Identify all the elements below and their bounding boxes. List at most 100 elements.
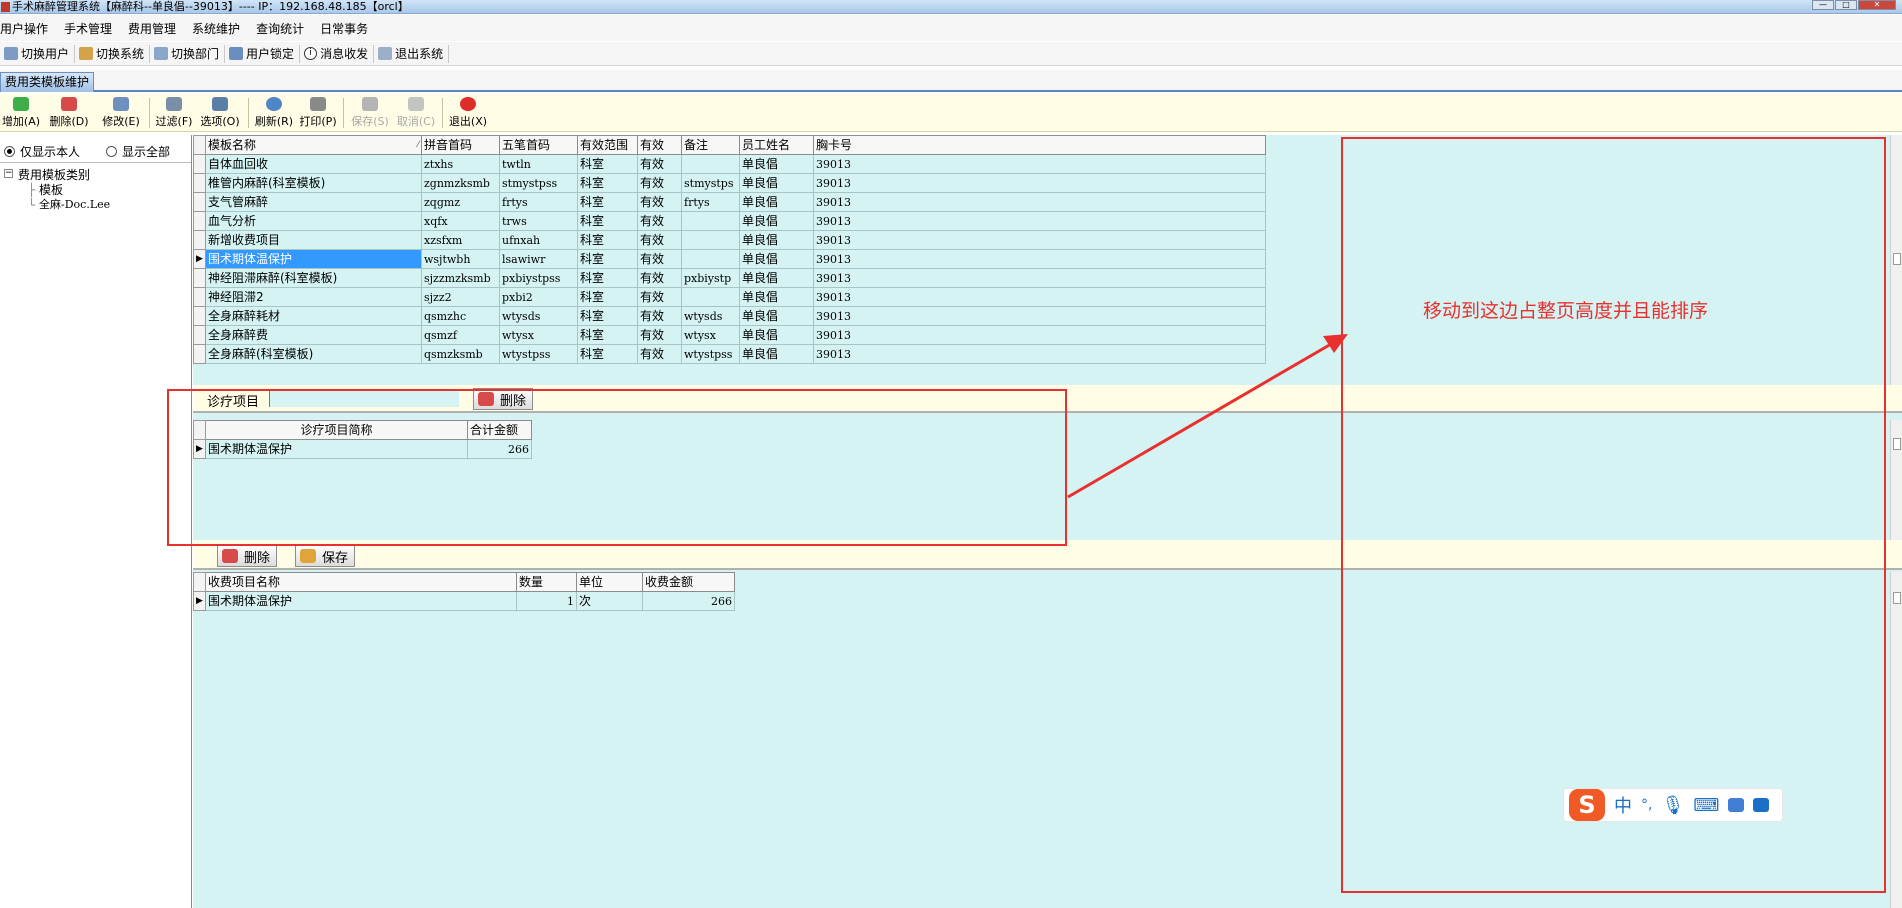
column-header[interactable]: 数量: [516, 572, 577, 592]
filter-button[interactable]: 过滤(F): [153, 94, 195, 131]
message-button[interactable]: i 消息收发: [300, 44, 375, 63]
ime-logo[interactable]: S: [1569, 789, 1605, 821]
table-cell[interactable]: 神经阻滞2: [205, 287, 422, 307]
table-cell[interactable]: trws: [499, 211, 578, 231]
add-button[interactable]: 增加(A): [0, 94, 42, 131]
table-row[interactable]: 全身麻醉(科室模板) qsmzksmb wtystpss 科室 有效 wtystpss 单良…: [193, 344, 1266, 364]
row-indicator[interactable]: [193, 211, 206, 231]
table-cell[interactable]: sjzz2: [421, 287, 500, 307]
row-indicator[interactable]: [193, 192, 206, 212]
table-cell[interactable]: 科室: [577, 249, 638, 269]
table-cell[interactable]: 神经阻滞麻醉(科室模板): [205, 268, 422, 288]
table-cell[interactable]: 单良倡: [739, 268, 814, 288]
table-cell[interactable]: 39013: [813, 173, 1266, 193]
delete-button[interactable]: 删除(D): [42, 94, 96, 131]
table-cell[interactable]: sjzzmzksmb: [421, 268, 500, 288]
table-row[interactable]: 血气分析 xqfx trws 科室 有效 单良倡 39013: [193, 211, 1266, 231]
switch-system-button[interactable]: 切换系统: [75, 44, 151, 63]
table-cell[interactable]: wtystpss: [681, 344, 740, 364]
table-cell[interactable]: 围术期体温保护: [205, 591, 517, 611]
table-cell[interactable]: 单良倡: [739, 230, 814, 250]
tab-fee-template[interactable]: 费用类模板维护: [0, 72, 95, 92]
table-cell[interactable]: 39013: [813, 154, 1266, 174]
table-cell[interactable]: 科室: [577, 306, 638, 326]
table-cell[interactable]: 科室: [577, 230, 638, 250]
column-header[interactable]: 收费金额: [642, 572, 735, 592]
column-header[interactable]: 五笔首码: [499, 135, 578, 155]
table-cell[interactable]: 39013: [813, 268, 1266, 288]
table-cell[interactable]: [681, 211, 740, 231]
row-indicator[interactable]: [193, 325, 206, 345]
table-cell[interactable]: 有效: [637, 211, 682, 231]
table-cell[interactable]: 有效: [637, 268, 682, 288]
apps-icon[interactable]: [1753, 798, 1770, 812]
row-indicator[interactable]: [193, 287, 206, 307]
table-cell[interactable]: 科室: [577, 325, 638, 345]
table-cell[interactable]: 单良倡: [739, 249, 814, 269]
menu-query[interactable]: 查询统计: [256, 20, 312, 37]
close-button[interactable]: ✕: [1858, 0, 1896, 10]
table-cell[interactable]: wtystpss: [499, 344, 578, 364]
table-cell[interactable]: 全身麻醉费: [205, 325, 422, 345]
table-cell[interactable]: [681, 249, 740, 269]
table-row[interactable]: 神经阻滞麻醉(科室模板) sjzzmzksmb pxbiystpss 科室 有效 pxbi…: [193, 268, 1266, 288]
row-indicator[interactable]: ▶: [193, 591, 206, 611]
table-cell[interactable]: 有效: [637, 325, 682, 345]
table-cell[interactable]: 单良倡: [739, 154, 814, 174]
table-cell[interactable]: 266: [642, 591, 735, 611]
column-header[interactable]: 拼音首码: [421, 135, 500, 155]
tree-node-template[interactable]: 模板: [39, 183, 63, 197]
table-cell[interactable]: zgnmzksmb: [421, 173, 500, 193]
ime-punct-toggle[interactable]: °,: [1641, 797, 1652, 813]
shirt-icon[interactable]: [1728, 798, 1745, 812]
table-row[interactable]: 全身麻醉费 qsmzf wtysx 科室 有效 wtysx 单良倡 39013: [193, 325, 1266, 345]
table-cell[interactable]: 科室: [577, 154, 638, 174]
table-cell[interactable]: [681, 230, 740, 250]
menu-fees[interactable]: 费用管理: [128, 20, 184, 37]
template-grid-scrollbar[interactable]: [1890, 135, 1902, 385]
exit-system-button[interactable]: 退出系统: [374, 44, 450, 63]
options-button[interactable]: 选项(O): [195, 94, 245, 131]
table-cell[interactable]: 有效: [637, 192, 682, 212]
table-cell[interactable]: 有效: [637, 230, 682, 250]
maximize-button[interactable]: □: [1835, 0, 1857, 10]
table-cell[interactable]: pxbi2: [499, 287, 578, 307]
table-cell[interactable]: 科室: [577, 211, 638, 231]
table-cell[interactable]: 有效: [637, 306, 682, 326]
table-cell[interactable]: 血气分析: [205, 211, 422, 231]
column-header[interactable]: 收费项目名称: [205, 572, 517, 592]
table-cell[interactable]: 1: [516, 591, 577, 611]
table-cell[interactable]: 科室: [577, 192, 638, 212]
table-cell[interactable]: 单良倡: [739, 306, 814, 326]
table-row[interactable]: ▶ 围术期体温保护 wsjtwbh lsawiwr 科室 有效 单良倡 39013: [193, 249, 1266, 269]
ime-mode-toggle[interactable]: 中: [1614, 792, 1632, 818]
table-cell[interactable]: 科室: [577, 173, 638, 193]
table-cell[interactable]: wtysx: [681, 325, 740, 345]
table-cell[interactable]: 39013: [813, 287, 1266, 307]
table-cell[interactable]: 39013: [813, 325, 1266, 345]
table-cell[interactable]: 39013: [813, 249, 1266, 269]
table-cell[interactable]: lsawiwr: [499, 249, 578, 269]
row-indicator[interactable]: [193, 306, 206, 326]
table-cell[interactable]: 有效: [637, 287, 682, 307]
switch-department-button[interactable]: 切换部门: [150, 44, 226, 63]
table-cell[interactable]: wsjtwbh: [421, 249, 500, 269]
table-cell[interactable]: [681, 154, 740, 174]
table-cell[interactable]: 科室: [577, 268, 638, 288]
table-cell[interactable]: 39013: [813, 306, 1266, 326]
row-indicator[interactable]: ▶: [193, 249, 206, 269]
table-cell[interactable]: qsmzksmb: [421, 344, 500, 364]
row-indicator[interactable]: [193, 344, 206, 364]
tree-root[interactable]: 费用模板类别: [18, 168, 90, 182]
table-cell[interactable]: frtys: [681, 192, 740, 212]
table-cell[interactable]: 39013: [813, 192, 1266, 212]
table-cell[interactable]: qsmzf: [421, 325, 500, 345]
minimize-button[interactable]: —: [1812, 0, 1834, 10]
table-cell[interactable]: 单良倡: [739, 287, 814, 307]
table-row[interactable]: 神经阻滞2 sjzz2 pxbi2 科室 有效 单良倡 39013: [193, 287, 1266, 307]
column-header[interactable]: 单位: [576, 572, 643, 592]
table-cell[interactable]: 有效: [637, 154, 682, 174]
table-cell[interactable]: 39013: [813, 230, 1266, 250]
table-cell[interactable]: xqfx: [421, 211, 500, 231]
charge-scrollbar[interactable]: [1890, 572, 1902, 908]
